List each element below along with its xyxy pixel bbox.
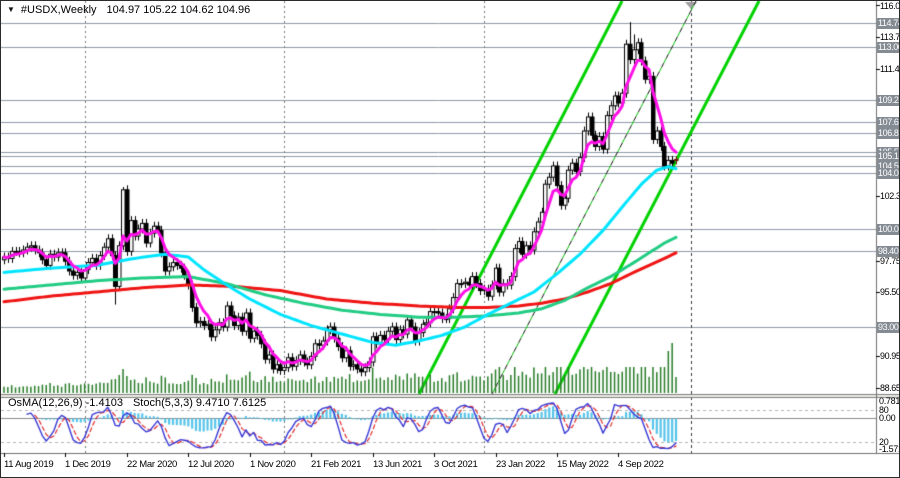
- price-level-badge: 114.74: [877, 18, 900, 29]
- price-level-badge: 100.00: [877, 224, 900, 235]
- price-level-badge: 113.00: [877, 42, 900, 53]
- time-axis-label: 11 Aug 2019: [4, 459, 53, 470]
- time-axis-label: 12 Jul 2020: [188, 459, 234, 470]
- price-level-badge: 107.65: [877, 117, 900, 128]
- time-axis-label: 4 Sep 2022: [618, 459, 664, 470]
- symbol-dropdown-icon[interactable]: ▼: [7, 4, 15, 15]
- indicator-axis-label: 0.00: [879, 413, 895, 423]
- price-tick-label: 95.50: [880, 287, 900, 297]
- price-level-badge: 106.85: [877, 128, 900, 139]
- pane-resize-handle[interactable]: [1, 393, 900, 399]
- price-level-badge: 93.00: [877, 322, 900, 333]
- price-tick-label: 97.75: [880, 256, 900, 266]
- time-axis-label: 21 Feb 2021: [311, 459, 361, 470]
- price-tick-label: 113.70: [880, 32, 900, 42]
- time-axis-label: 13 Jun 2021: [373, 459, 422, 470]
- price-level-badge: 98.40: [877, 246, 900, 257]
- price-tick-label: 102.35: [880, 191, 900, 201]
- price-level-badge: 104.00: [877, 168, 900, 179]
- price-tick-label: 111.45: [880, 64, 900, 74]
- chart-title-bar: ▼ #USDX,Weekly 104.97 105.22 104.62 104.…: [7, 3, 250, 16]
- price-tick-label: 116.00: [880, 1, 900, 11]
- time-axis-label: 15 May 2022: [557, 459, 609, 470]
- time-axis-label: 22 Mar 2020: [127, 459, 177, 470]
- symbol-title: #USDX,Weekly: [21, 4, 97, 16]
- time-axis-label: 1 Dec 2019: [65, 459, 111, 470]
- price-tick-label: 90.95: [880, 351, 900, 361]
- time-axis-label: 1 Nov 2020: [250, 459, 296, 470]
- time-axis-label: 23 Jan 2022: [496, 459, 545, 470]
- chart-window: ▼ #USDX,Weekly 104.97 105.22 104.62 104.…: [0, 0, 900, 478]
- indicator-axis-label: -1.5716: [879, 444, 900, 454]
- time-axis-label: 3 Oct 2021: [434, 459, 477, 470]
- price-level-badge: 109.25: [877, 95, 900, 106]
- price-tick-label: 88.65: [880, 383, 900, 393]
- ohlc-values: 104.97 105.22 104.62 104.96: [107, 4, 251, 16]
